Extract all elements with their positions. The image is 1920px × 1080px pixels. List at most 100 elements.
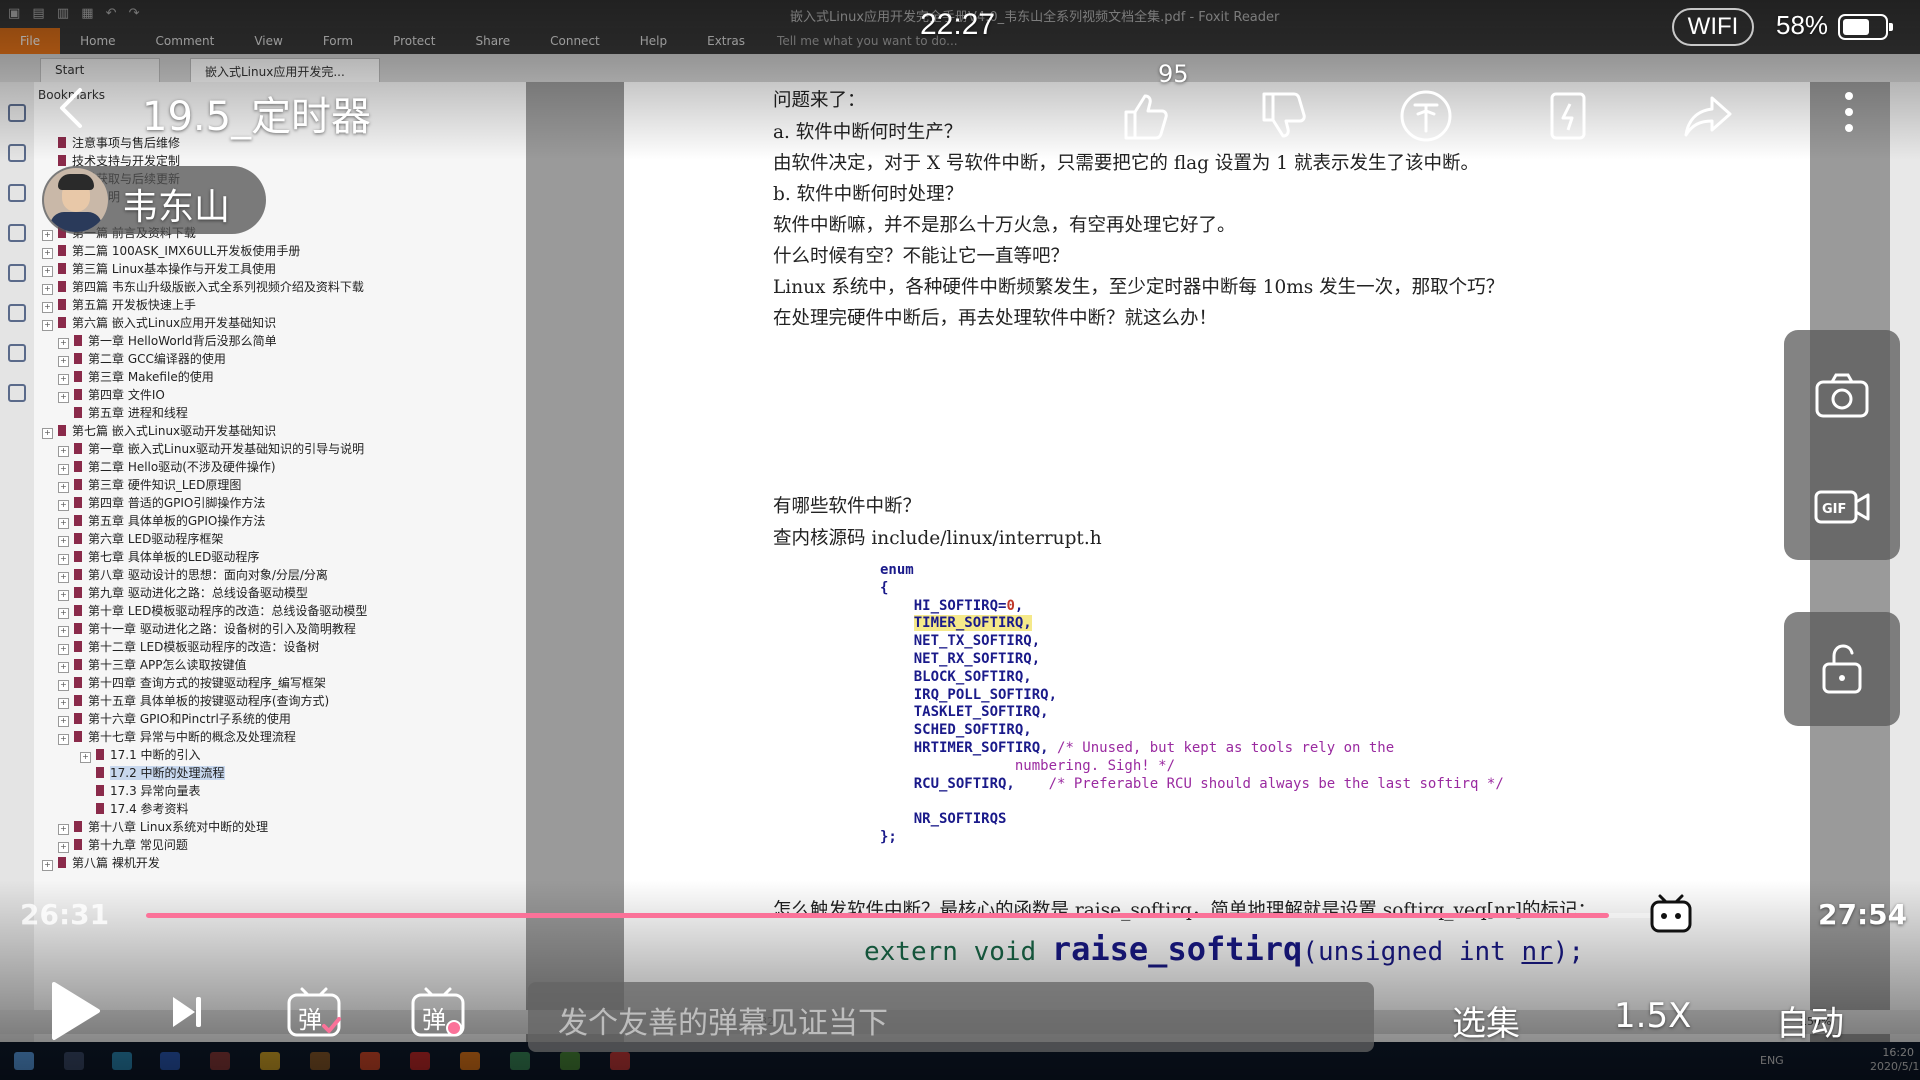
- reader-doc-title: 嵌入式Linux应用开发完全手册V4.0_韦东山全系列视频文档全集.pdf - …: [790, 10, 1280, 25]
- bookmark-item: + 第八章 驱动设计的思想：面向对象/分层/分离: [34, 566, 526, 584]
- back-arrow-icon[interactable]: [56, 86, 86, 130]
- bookmark-flag-icon: [58, 317, 66, 328]
- bookmark-item: + 第十六章 GPIO和Pinctrl子系统的使用: [34, 710, 526, 728]
- danmu-toggle-button[interactable]: 弹: [286, 986, 344, 1040]
- bookmark-label: 第四篇 韦东山升级版嵌入式全系列视频介绍及资料下载: [72, 280, 364, 294]
- bookmark-label: 第十四章 查询方式的按键驱动程序_编写框架: [88, 676, 326, 690]
- code-nr: NR_SOFTIRQS: [913, 811, 1007, 828]
- bookmark-item: + 第十三章 APP怎么读取按键值: [34, 656, 526, 674]
- battery-icon: [1838, 14, 1893, 40]
- expand-toggle-icon: +: [58, 824, 69, 835]
- danmu-settings-button[interactable]: 弹: [410, 986, 468, 1040]
- bookmark-label: 第五篇 开发板快速上手: [72, 298, 196, 312]
- comments-panel-icon: [8, 224, 26, 242]
- input-language: ENG: [1760, 1054, 1784, 1067]
- bookmark-item: +17.1 中断的引入: [34, 746, 526, 764]
- bookmark-item: + 第三章 硬件知识_LED原理图: [34, 476, 526, 494]
- code-tasklet: TASKLET_SOFTIRQ,: [913, 704, 1049, 721]
- bookmark-label: 第十二章 LED模板驱动程序的改造：设备树: [88, 640, 320, 654]
- bookmark-flag-icon: [58, 263, 66, 274]
- page-line: Linux 系统中，各种硬件中断频繁发生，至少定时器中断每 10ms 发生一次，…: [773, 277, 1505, 298]
- status-bar-time: 22:27: [920, 8, 996, 41]
- bookmark-flag-icon: [96, 803, 104, 814]
- bookmark-label: 第二章 GCC编译器的使用: [88, 352, 226, 366]
- like-icon[interactable]: [1118, 88, 1174, 144]
- progress-thumb-tv-icon[interactable]: [1648, 892, 1694, 934]
- code-net-rx: NET_RX_SOFTIRQ,: [913, 650, 1041, 667]
- code-zero: 0: [1006, 597, 1015, 614]
- expand-toggle-icon: +: [42, 860, 53, 871]
- bookmark-flag-icon: [58, 299, 66, 310]
- bookmark-label: 第十三章 APP怎么读取按键值: [88, 658, 247, 672]
- bookmark-item: + 第五章 具体单板的GPIO操作方法: [34, 512, 526, 530]
- bookmark-item: + 第十九章 常见问题: [34, 836, 526, 854]
- screen-lock-icon[interactable]: [1812, 640, 1872, 696]
- menu-share: Share: [475, 34, 511, 48]
- danmu-placeholder: 发个友善的弹幕见证当下: [558, 1006, 888, 1041]
- bookmark-flag-icon: [74, 641, 82, 652]
- playback-speed-button[interactable]: 1.5X: [1614, 996, 1691, 1036]
- expand-toggle-icon: +: [58, 464, 69, 475]
- page-line: 软件中断嘛，并不是那么十万火急，有空再处理它好了。: [773, 215, 1236, 236]
- more-options-icon[interactable]: [1844, 92, 1854, 132]
- progress-fill: [146, 913, 1609, 918]
- bookmark-flag-icon: [74, 371, 82, 382]
- expand-toggle-icon: +: [58, 626, 69, 637]
- code-hrtimer: HRTIMER_SOFTIRQ,: [913, 739, 1049, 756]
- layers-panel-icon: [8, 184, 26, 202]
- taskbar-clock: 16:202020/5/17: [1870, 1046, 1920, 1074]
- app-icon: [460, 1052, 480, 1070]
- bookmark-item: + 第三篇 Linux基本操作与开发工具使用: [34, 260, 526, 278]
- reader-tabbar: Start 嵌入式Linux应用开发完...: [0, 54, 1920, 82]
- expand-toggle-icon: +: [58, 734, 69, 745]
- like-count: 95: [1158, 60, 1189, 88]
- bookmark-item: + 第二章 GCC编译器的使用: [34, 350, 526, 368]
- play-button[interactable]: [46, 980, 102, 1042]
- menu-protect: Protect: [393, 34, 436, 48]
- next-episode-button[interactable]: [170, 994, 204, 1030]
- code-fn-name: raise_softirq: [1051, 930, 1303, 968]
- favorite-icon[interactable]: [1540, 88, 1596, 144]
- code-comment: numbering. Sigh! */: [1014, 757, 1176, 774]
- expand-toggle-icon: +: [58, 644, 69, 655]
- code-params-close: );: [1552, 937, 1585, 967]
- bookmark-flag-icon: [74, 731, 82, 742]
- expand-toggle-icon: +: [58, 500, 69, 511]
- security-panel-icon: [8, 344, 26, 362]
- menu-home: Home: [80, 34, 116, 48]
- select-episode-button[interactable]: 选集: [1452, 996, 1520, 1045]
- section-heading: 有哪些软件中断？: [773, 496, 922, 517]
- bookmark-item: + 第十七章 异常与中断的概念及处理流程: [34, 728, 526, 746]
- video-frame: ▣ ▤ ▥ ▦ ↶ ↷ 嵌入式Linux应用开发完全手册V4.0_韦东山全系列视…: [0, 0, 1920, 1080]
- bookmark-label: 第十七章 异常与中断的概念及处理流程: [88, 730, 296, 744]
- avatar: [44, 168, 108, 232]
- bookmark-flag-icon: [58, 245, 66, 256]
- progress-bar[interactable]: [146, 913, 1686, 918]
- dislike-icon[interactable]: [1256, 88, 1312, 144]
- menu-help: Help: [639, 34, 668, 48]
- page-line: a. 软件中断何时生产？: [773, 122, 963, 143]
- code-enum: enum: [880, 562, 914, 578]
- video-title: 19.5_定时器: [142, 94, 372, 140]
- expand-toggle-icon: +: [58, 446, 69, 457]
- quality-auto-button[interactable]: 自动: [1776, 996, 1844, 1045]
- expand-toggle-icon: +: [58, 842, 69, 853]
- uploader-chip[interactable]: 韦东山: [42, 166, 266, 234]
- bookmark-flag-icon: [74, 533, 82, 544]
- screenshot-camera-icon[interactable]: [1812, 368, 1872, 424]
- expand-toggle-icon: +: [42, 302, 53, 313]
- bookmark-item: + 第十八章 Linux系统对中断的处理: [34, 818, 526, 836]
- coin-icon[interactable]: [1398, 88, 1454, 144]
- app-icon: [310, 1052, 330, 1070]
- bookmark-label: 第四章 文件IO: [88, 388, 165, 402]
- word-icon: [160, 1052, 180, 1070]
- bookmark-flag-icon: [96, 767, 104, 778]
- bookmark-flag-icon: [74, 659, 82, 670]
- windows-start-icon: [14, 1052, 34, 1070]
- battery-fill: [1843, 19, 1869, 35]
- share-icon[interactable]: [1680, 88, 1736, 144]
- danmu-input[interactable]: 发个友善的弹幕见证当下: [528, 982, 1374, 1052]
- code-hi: HI_SOFTIRQ=: [913, 597, 1007, 614]
- expand-toggle-icon: +: [58, 572, 69, 583]
- gif-record-icon[interactable]: GIF: [1812, 480, 1872, 536]
